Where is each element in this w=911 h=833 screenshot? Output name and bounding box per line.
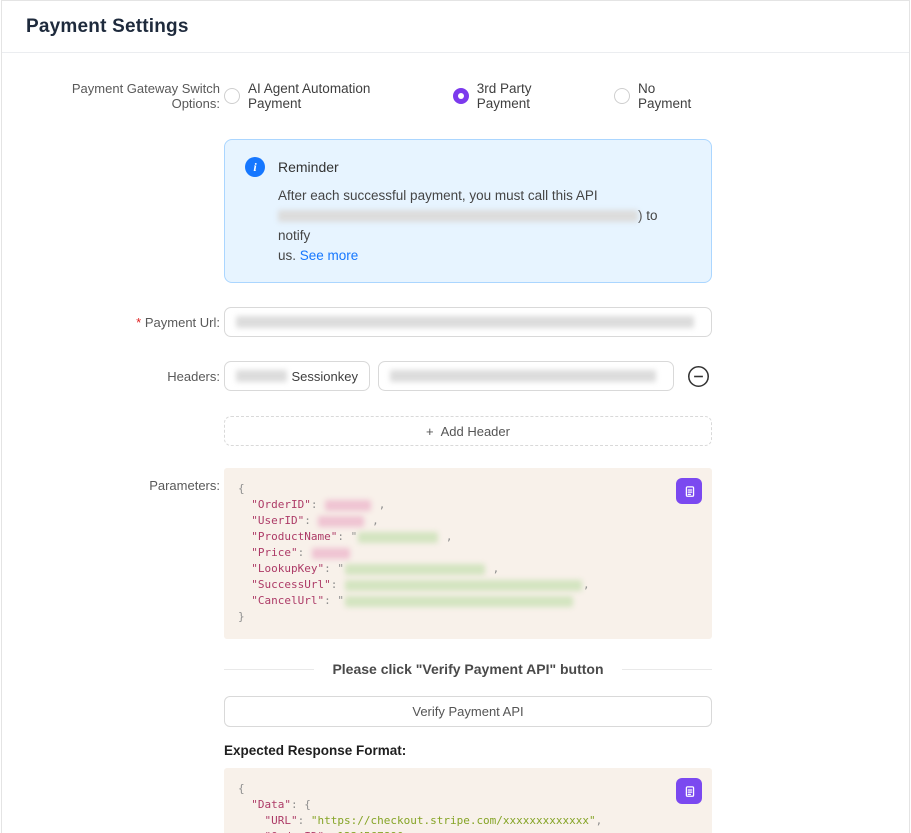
header-key-visible-text: Sessionkey bbox=[292, 369, 358, 384]
redacted-header-value bbox=[390, 370, 656, 382]
verify-instruction-row: Please click "Verify Payment API" button bbox=[2, 661, 909, 677]
radio-circle-icon[interactable] bbox=[614, 88, 630, 104]
divider-line-right bbox=[622, 669, 712, 670]
reminder-header: i Reminder bbox=[245, 157, 691, 177]
info-icon: i bbox=[245, 157, 265, 177]
radio-circle-selected-icon[interactable] bbox=[453, 88, 469, 104]
plus-icon: + bbox=[426, 424, 434, 439]
payment-url-input[interactable] bbox=[224, 307, 712, 337]
radio-option-ai-agent-automation-payment[interactable]: AI Agent Automation Payment bbox=[224, 81, 427, 111]
headers-row: Headers: Sessionkey bbox=[2, 361, 909, 391]
redacted-value bbox=[325, 500, 371, 511]
redacted-value bbox=[312, 548, 350, 559]
header-value-input[interactable] bbox=[378, 361, 674, 391]
copy-icon bbox=[682, 784, 697, 799]
reminder-title: Reminder bbox=[278, 159, 339, 175]
see-more-link[interactable]: See more bbox=[300, 248, 359, 263]
radio-option-3rd-party-payment[interactable]: 3rd Party Payment bbox=[453, 81, 588, 111]
required-asterisk: * bbox=[136, 315, 141, 330]
redacted-value bbox=[345, 564, 485, 575]
add-header-button[interactable]: +Add Header bbox=[224, 416, 712, 446]
reminder-text-line3: us. bbox=[278, 248, 296, 263]
panel-header: Payment Settings bbox=[2, 1, 909, 53]
expected-response-code-block: { "Data": { "URL": "https://checkout.str… bbox=[224, 768, 712, 833]
redacted-header-key-prefix bbox=[236, 370, 287, 382]
header-key-input[interactable]: Sessionkey bbox=[224, 361, 370, 391]
verify-button-row: Verify Payment API bbox=[2, 696, 909, 727]
expected-response-format-label: Expected Response Format: bbox=[224, 743, 712, 758]
parameters-json: { "OrderID": , "UserID": , "ProductName"… bbox=[238, 481, 698, 625]
remove-header-button[interactable] bbox=[686, 364, 710, 388]
redacted-api-url bbox=[278, 210, 638, 222]
gateway-radio-group: AI Agent Automation Payment 3rd Party Pa… bbox=[224, 81, 712, 111]
redacted-value bbox=[345, 580, 582, 591]
page-title: Payment Settings bbox=[26, 16, 189, 38]
payment-settings-panel: Payment Settings Payment Gateway Switch … bbox=[1, 0, 910, 833]
add-header-row: +Add Header bbox=[2, 416, 909, 446]
reminder-body: After each successful payment, you must … bbox=[278, 186, 691, 266]
copy-parameters-button[interactable] bbox=[676, 478, 702, 504]
verify-instruction-text: Please click "Verify Payment API" button bbox=[314, 661, 621, 677]
expected-response-label-row: Expected Response Format: bbox=[2, 743, 909, 758]
radio-label: No Payment bbox=[638, 81, 712, 111]
gateway-options-label: Payment Gateway Switch Options: bbox=[26, 81, 220, 111]
parameters-label: Parameters: bbox=[26, 468, 220, 493]
payment-url-row: * Payment Url: bbox=[2, 307, 909, 337]
reminder-text-line1: After each successful payment, you must … bbox=[278, 188, 598, 203]
copy-response-button[interactable] bbox=[676, 778, 702, 804]
headers-label: Headers: bbox=[26, 369, 220, 384]
reminder-row: i Reminder After each successful payment… bbox=[2, 139, 909, 283]
redacted-value bbox=[358, 532, 438, 543]
reminder-alert: i Reminder After each successful payment… bbox=[224, 139, 712, 283]
parameters-row: Parameters: { "OrderID": , "UserID": , "… bbox=[2, 468, 909, 639]
radio-option-no-payment[interactable]: No Payment bbox=[614, 81, 712, 111]
instruction-divider: Please click "Verify Payment API" button bbox=[224, 661, 712, 677]
redacted-payment-url-value bbox=[236, 316, 694, 328]
copy-icon bbox=[682, 484, 697, 499]
radio-label: AI Agent Automation Payment bbox=[248, 81, 427, 111]
verify-payment-api-button[interactable]: Verify Payment API bbox=[224, 696, 712, 727]
expected-response-json: { "Data": { "URL": "https://checkout.str… bbox=[238, 781, 698, 833]
gateway-options-row: Payment Gateway Switch Options: AI Agent… bbox=[2, 81, 909, 111]
expected-response-code-row: { "Data": { "URL": "https://checkout.str… bbox=[2, 768, 909, 833]
redacted-value bbox=[345, 596, 573, 607]
minus-circle-icon bbox=[687, 365, 710, 388]
payment-url-label: * Payment Url: bbox=[26, 315, 220, 330]
parameters-code-block: { "OrderID": , "UserID": , "ProductName"… bbox=[224, 468, 712, 639]
divider-line-left bbox=[224, 669, 314, 670]
redacted-value bbox=[318, 516, 364, 527]
radio-label: 3rd Party Payment bbox=[477, 81, 588, 111]
radio-circle-icon[interactable] bbox=[224, 88, 240, 104]
